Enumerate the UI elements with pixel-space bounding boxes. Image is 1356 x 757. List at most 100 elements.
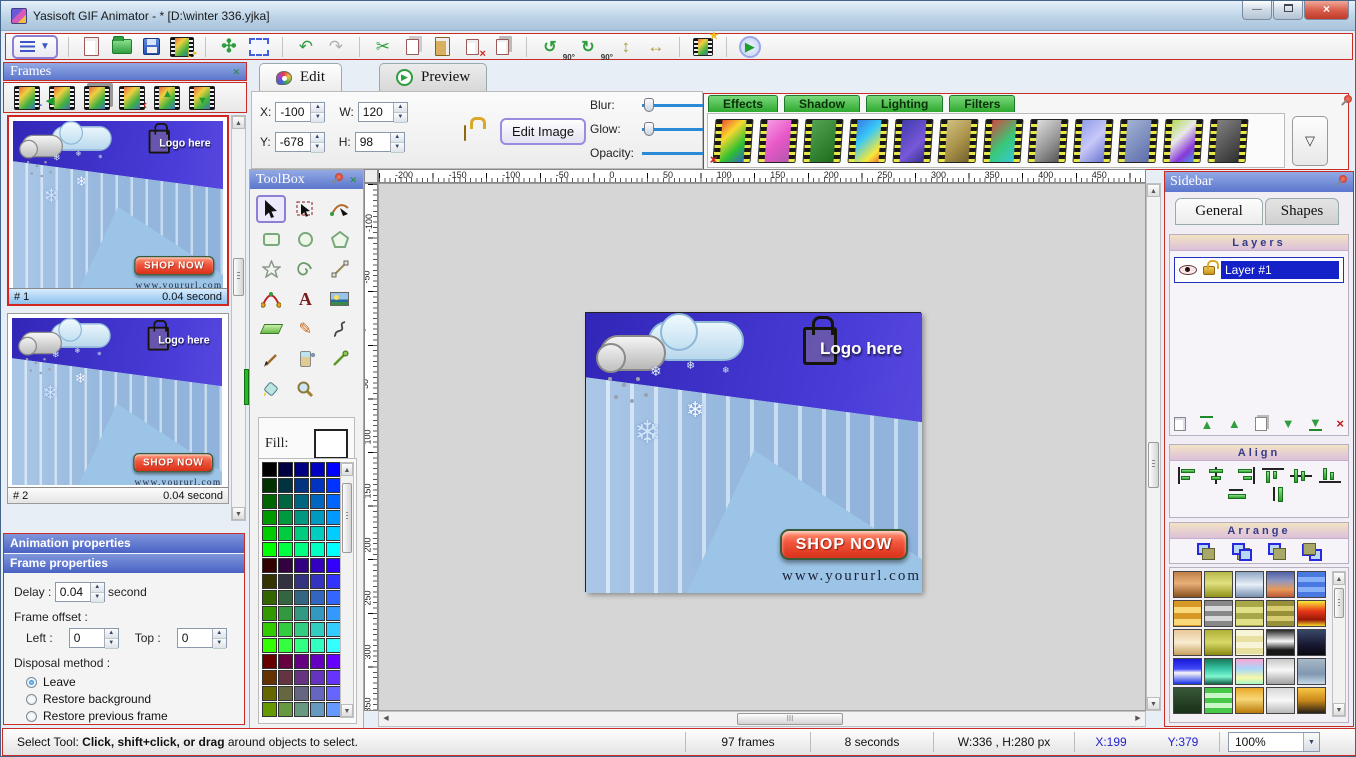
palette-swatch[interactable] xyxy=(310,510,325,525)
gradient-swatch[interactable] xyxy=(1173,687,1202,714)
send-to-back-button[interactable] xyxy=(1301,543,1323,561)
duplicate-layer-button[interactable] xyxy=(1255,417,1267,431)
effects-wizard-button[interactable]: ★ xyxy=(690,35,716,59)
duplicate-button[interactable] xyxy=(490,35,516,59)
bring-to-front-button[interactable] xyxy=(1195,543,1217,561)
gradient-swatch[interactable] xyxy=(1235,687,1264,714)
align-bottom-button[interactable] xyxy=(1319,467,1341,484)
fill-tool[interactable] xyxy=(256,375,286,403)
gradient-swatch[interactable] xyxy=(1204,600,1233,627)
delete-frame-button[interactable]: × xyxy=(119,86,145,110)
palette-swatch[interactable] xyxy=(326,702,341,717)
canvas-hscrollbar[interactable]: ◀ ▶ xyxy=(378,711,1146,727)
radio-restore-previous[interactable]: Restore previous frame xyxy=(26,708,234,725)
distribute-h-button[interactable] xyxy=(1226,486,1248,503)
gradient-swatch[interactable] xyxy=(1204,629,1233,656)
save-button[interactable] xyxy=(139,35,165,59)
select-region-button[interactable] xyxy=(246,35,272,59)
effect-lavender[interactable] xyxy=(1072,119,1113,163)
minimize-button[interactable]: — xyxy=(1242,1,1272,20)
gradient-swatch[interactable] xyxy=(1173,600,1202,627)
palette-swatch[interactable] xyxy=(310,526,325,541)
play-button[interactable]: ▶ xyxy=(737,35,763,59)
gradient-swatch[interactable] xyxy=(1297,658,1326,685)
palette-swatch[interactable] xyxy=(310,558,325,573)
palette-swatch[interactable] xyxy=(294,606,309,621)
flip-horizontal-button[interactable]: ↔ xyxy=(643,35,669,59)
gradient-swatch[interactable] xyxy=(1266,687,1295,714)
palette-swatch[interactable] xyxy=(262,526,277,541)
align-right-button[interactable] xyxy=(1234,467,1256,484)
palette-swatch[interactable] xyxy=(326,558,341,573)
palette-swatch[interactable] xyxy=(326,654,341,669)
new-layer-button[interactable] xyxy=(1174,417,1186,431)
top-spinner[interactable]: 0▲▼ xyxy=(177,628,227,648)
palette-swatch[interactable] xyxy=(278,606,293,621)
star-tool[interactable] xyxy=(256,255,286,283)
palette-swatch[interactable] xyxy=(278,510,293,525)
gradient-swatch[interactable] xyxy=(1297,600,1326,627)
palette-swatch[interactable] xyxy=(278,638,293,653)
palette-swatch[interactable] xyxy=(262,654,277,669)
tab-preview[interactable]: ▶ Preview xyxy=(379,63,487,91)
palette-swatch[interactable] xyxy=(326,462,341,477)
panel-splitter-handle[interactable] xyxy=(244,369,249,405)
title-bar[interactable]: Yasisoft GIF Animator - * [D:\winter 336… xyxy=(1,1,1356,31)
pin-icon[interactable] xyxy=(1334,175,1348,189)
effect-rainbow[interactable]: × xyxy=(712,119,753,163)
curve-tool[interactable] xyxy=(256,285,286,313)
new-document-button[interactable] xyxy=(79,35,105,59)
tab-shapes[interactable]: Shapes xyxy=(1265,198,1339,225)
gradient-swatch[interactable] xyxy=(1266,629,1295,656)
gradient-swatch[interactable] xyxy=(1235,658,1264,685)
palette-swatch[interactable] xyxy=(326,542,341,557)
delete-button[interactable]: × xyxy=(460,35,486,59)
effect-pink[interactable] xyxy=(757,119,798,163)
delay-spinner[interactable]: 0.04 ▲▼ xyxy=(55,582,105,602)
effect-steel[interactable] xyxy=(1117,119,1158,163)
gradient-swatch[interactable] xyxy=(1266,600,1295,627)
palette-swatch[interactable] xyxy=(278,574,293,589)
palette-swatch[interactable] xyxy=(262,510,277,525)
distribute-v-button[interactable] xyxy=(1270,486,1292,503)
layer-name[interactable]: Layer #1 xyxy=(1221,261,1339,279)
close-icon[interactable]: × xyxy=(350,172,357,188)
gradient-swatch[interactable] xyxy=(1235,600,1264,627)
layer-to-top-button[interactable]: ▲ xyxy=(1200,416,1213,431)
palette-swatch[interactable] xyxy=(294,462,309,477)
palette-swatch[interactable] xyxy=(310,670,325,685)
palette-swatch[interactable] xyxy=(278,542,293,557)
delete-layer-button[interactable]: × xyxy=(1336,417,1344,430)
palette-swatch[interactable] xyxy=(262,686,277,701)
select-tool[interactable] xyxy=(256,195,286,223)
palette-swatch[interactable] xyxy=(294,574,309,589)
effects-expand-button[interactable]: ▽ xyxy=(1292,116,1328,166)
canvas-document[interactable]: ❄ ❄ ❄ ❄ ❄ Logo here SHOP NOW www.yoururl… xyxy=(585,312,921,592)
palette-swatch[interactable] xyxy=(310,606,325,621)
export-button[interactable]: ▶ xyxy=(169,35,195,59)
palette-swatch[interactable] xyxy=(262,670,277,685)
banner[interactable]: ❄ ❄ ❄ ❄ ❄ Logo here SHOP NOW www.yoururl… xyxy=(586,313,922,593)
palette-swatch[interactable] xyxy=(294,494,309,509)
canvas-viewport[interactable]: ❄ ❄ ❄ ❄ ❄ Logo here SHOP NOW www.yoururl… xyxy=(378,183,1146,711)
maximize-button[interactable] xyxy=(1273,1,1303,20)
palette-swatch[interactable] xyxy=(326,574,341,589)
image-tool[interactable] xyxy=(325,285,355,313)
canvas-vscrollbar[interactable]: ▲ ▼ xyxy=(1146,183,1161,711)
palette-swatch[interactable] xyxy=(326,478,341,493)
palette-swatch[interactable] xyxy=(310,542,325,557)
radio-leave[interactable]: Leave xyxy=(26,674,234,691)
gradient-swatch[interactable] xyxy=(1204,571,1233,598)
align-left-button[interactable] xyxy=(1177,467,1199,484)
align-middle-v-button[interactable] xyxy=(1290,467,1312,484)
palette-swatch[interactable] xyxy=(294,542,309,557)
palette-swatch[interactable] xyxy=(262,462,277,477)
gradient-swatch[interactable] xyxy=(1297,629,1326,656)
palette-swatch[interactable] xyxy=(294,478,309,493)
fill-color-swatch[interactable] xyxy=(314,429,348,459)
effect-vivid[interactable] xyxy=(982,119,1023,163)
palette-swatch[interactable] xyxy=(310,574,325,589)
palette-swatch[interactable] xyxy=(294,638,309,653)
gradient-swatch[interactable] xyxy=(1204,658,1233,685)
palette-swatch[interactable] xyxy=(262,622,277,637)
